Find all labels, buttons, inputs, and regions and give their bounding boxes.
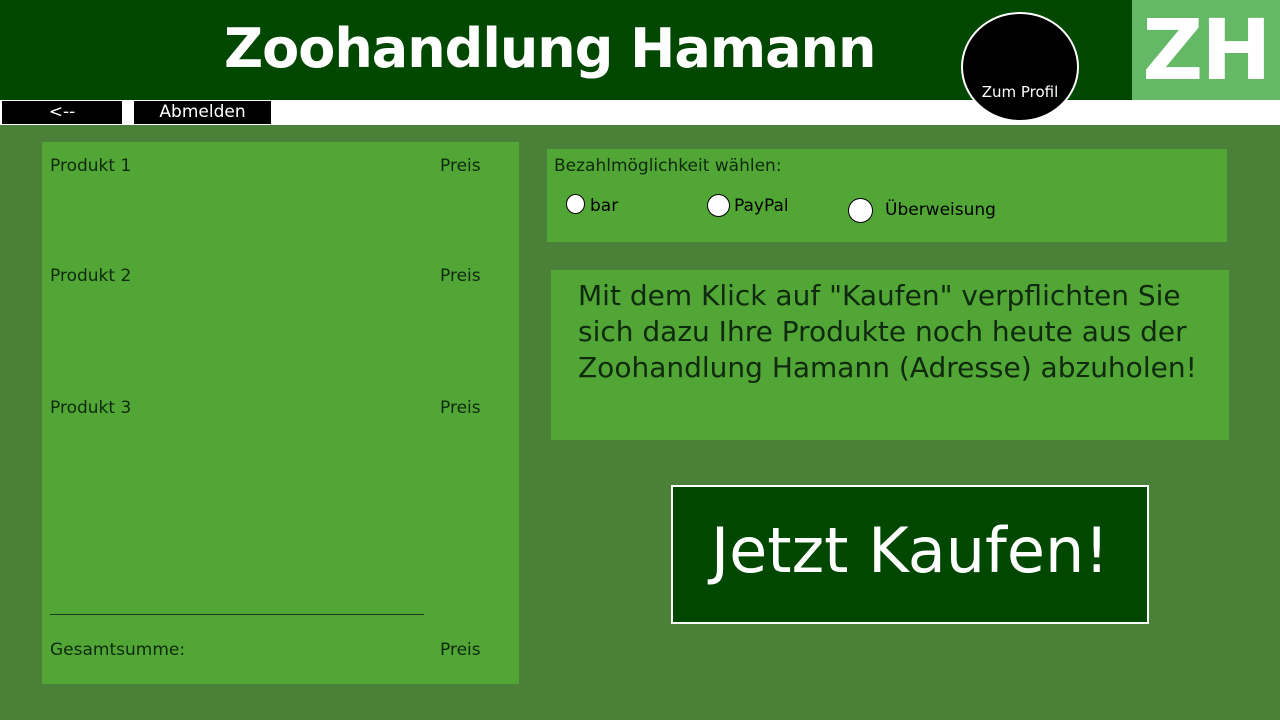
notice-panel: Mit dem Klick auf "Kaufen" verpflichten … bbox=[551, 270, 1229, 440]
cart-item-name: Produkt 1 bbox=[50, 156, 132, 176]
buy-button[interactable]: Jetzt Kaufen! bbox=[671, 485, 1149, 624]
total-divider bbox=[50, 614, 424, 615]
total-price: Preis bbox=[440, 640, 481, 660]
payment-radio-paypal[interactable] bbox=[707, 194, 730, 217]
cart-item-price: Preis bbox=[440, 398, 481, 418]
profile-button[interactable]: Zum Profil bbox=[961, 12, 1079, 122]
payment-label-paypal[interactable]: PayPal bbox=[734, 196, 789, 216]
payment-radio-bar[interactable] bbox=[566, 194, 585, 214]
profile-label: Zum Profil bbox=[981, 83, 1059, 101]
payment-radio-ueberweisung[interactable] bbox=[848, 198, 873, 223]
payment-label-ueberweisung[interactable]: Überweisung bbox=[885, 200, 996, 220]
buy-button-label: Jetzt Kaufen! bbox=[710, 514, 1110, 587]
cart-item-price: Preis bbox=[440, 156, 481, 176]
cart-item-price: Preis bbox=[440, 266, 481, 286]
notice-text: Mit dem Klick auf "Kaufen" verpflichten … bbox=[578, 279, 1197, 384]
logout-button[interactable]: Abmelden bbox=[134, 101, 271, 124]
payment-title: Bezahlmöglichkeit wählen: bbox=[554, 156, 782, 176]
payment-panel: Bezahlmöglichkeit wählen: bar PayPal Übe… bbox=[547, 149, 1227, 242]
page-title: Zoohandlung Hamann bbox=[224, 17, 876, 80]
cart-panel: Produkt 1 Preis Produkt 2 Preis Produkt … bbox=[42, 142, 519, 684]
cart-item-name: Produkt 2 bbox=[50, 266, 132, 286]
back-button[interactable]: <-- bbox=[2, 101, 122, 124]
cart-item-name: Produkt 3 bbox=[50, 398, 132, 418]
total-label: Gesamtsumme: bbox=[50, 640, 186, 660]
logo-text: ZH bbox=[1142, 1, 1271, 99]
logo: ZH bbox=[1132, 0, 1280, 100]
payment-label-bar[interactable]: bar bbox=[590, 196, 618, 216]
header-bar: Zoohandlung Hamann bbox=[0, 0, 1280, 100]
